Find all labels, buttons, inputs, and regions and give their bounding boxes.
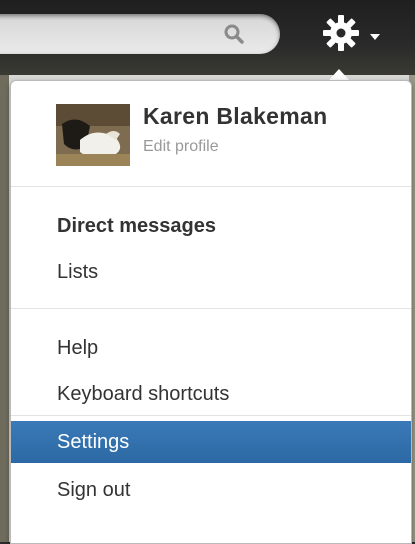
edit-profile-link[interactable]: Edit profile [143, 138, 219, 156]
menu-item-sign-out[interactable]: Sign out [11, 469, 411, 511]
profile-section[interactable]: Karen Blakeman Edit profile [11, 81, 411, 186]
divider [11, 186, 411, 187]
avatar-image [56, 104, 130, 166]
menu-item-settings[interactable]: Settings [11, 421, 411, 463]
chevron-down-icon[interactable] [370, 34, 380, 40]
search-input[interactable] [0, 14, 280, 54]
menu-item-keyboard-shortcuts[interactable]: Keyboard shortcuts [11, 373, 411, 415]
divider [11, 415, 411, 416]
gear-icon[interactable] [322, 14, 360, 52]
menu-item-lists[interactable]: Lists [11, 251, 411, 293]
account-dropdown-menu: Karen Blakeman Edit profile Direct messa… [10, 80, 412, 544]
menu-item-direct-messages[interactable]: Direct messages [11, 205, 411, 247]
profile-name[interactable]: Karen Blakeman [143, 103, 327, 130]
menu-item-help[interactable]: Help [11, 327, 411, 369]
search-icon[interactable] [222, 22, 246, 46]
divider [11, 308, 411, 309]
avatar[interactable] [56, 104, 130, 166]
top-bar [0, 0, 415, 75]
menu-pointer [329, 69, 349, 80]
